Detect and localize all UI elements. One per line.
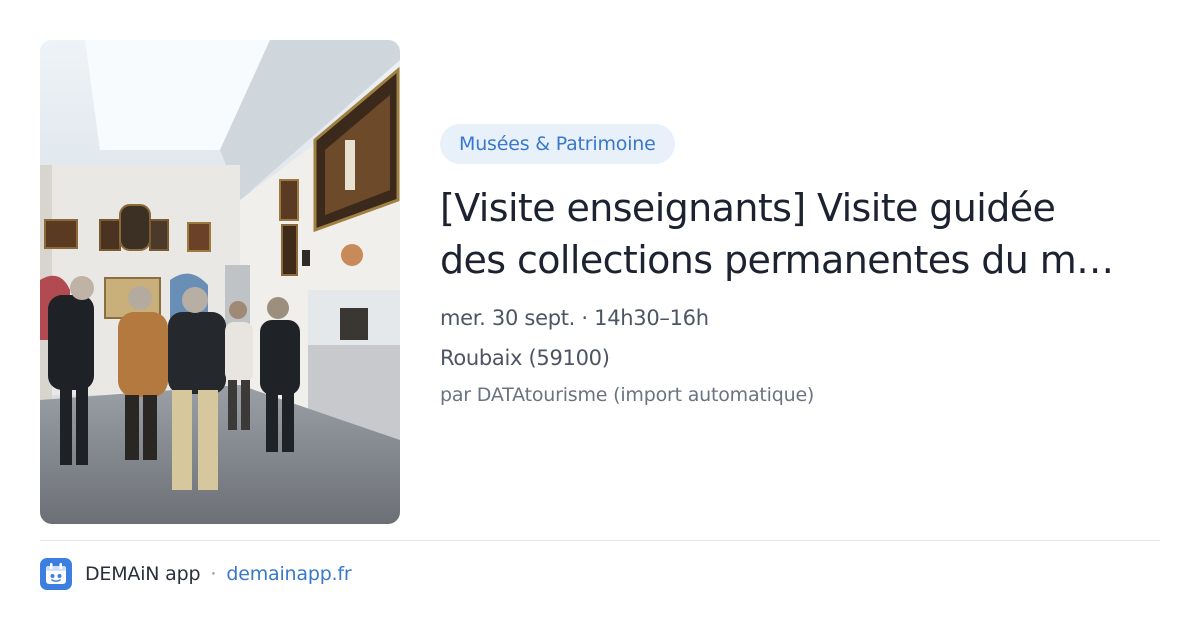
event-photo[interactable] [40, 40, 400, 524]
app-domain-link[interactable]: demainapp.fr [226, 563, 351, 585]
category-badge[interactable]: Musées & Patrimoine [440, 124, 675, 164]
footer-divider [40, 540, 1160, 541]
app-name: DEMAiN app [85, 563, 201, 585]
event-title-line-2: des collections permanentes du m… [440, 238, 1114, 282]
demain-app-logo-icon[interactable] [40, 558, 72, 590]
museum-gallery-photo [40, 40, 400, 524]
event-source: par DATAtourisme (import automatique) [440, 384, 815, 406]
event-title[interactable]: [Visite enseignants] Visite guidée des c… [440, 182, 1160, 286]
event-title-line-1: [Visite enseignants] Visite guidée [440, 186, 1056, 230]
footer-separator: · [210, 563, 217, 585]
event-date-time: mer. 30 sept. · 14h30–16h [440, 306, 709, 330]
footer: DEMAiN app · demainapp.fr [40, 558, 352, 590]
event-details: Musées & Patrimoine [Visite enseignants]… [440, 124, 1160, 406]
event-location: Roubaix (59100) [440, 346, 610, 370]
